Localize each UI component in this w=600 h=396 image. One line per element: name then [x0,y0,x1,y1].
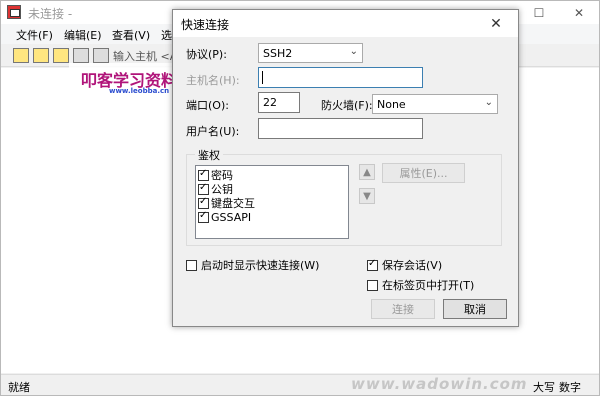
save-session-option[interactable]: 保存会话(V) [367,258,442,272]
checkbox[interactable] [367,279,378,291]
checkbox[interactable] [198,168,209,181]
protocol-value: SSH2 [263,47,293,60]
menu-file[interactable]: 文件(F) [16,27,53,43]
show-on-startup-option[interactable]: 启动时显示快速连接(W) [186,258,319,272]
status-caps: 大写 [533,381,555,394]
watermark-url: www.leobba.cn [109,87,170,95]
auth-method-gssapi[interactable]: GSSAPI [198,210,251,224]
port-label: 端口(O): [186,99,229,112]
connect-button[interactable]: 连接 [371,299,435,319]
auth-method-list[interactable]: 密码 公钥 键盘交互 GSSAPI [195,165,349,239]
move-up-button[interactable]: ▲ [359,164,375,180]
connect-icon[interactable] [13,48,29,63]
protocol-select[interactable]: SSH2 ⌄ [258,43,363,63]
checkbox[interactable] [198,210,209,223]
menu-edit[interactable]: 编辑(E) [64,27,102,43]
auth-method-password[interactable]: 密码 [198,168,233,182]
dialog-titlebar: 快速连接 ✕ [173,10,518,37]
firewall-label: 防火墙(F): [321,99,373,112]
auth-method-publickey[interactable]: 公钥 [198,182,233,196]
disconnect-icon[interactable] [93,48,109,63]
quick-connect-dialog: 快速连接 ✕ 协议(P): SSH2 ⌄ 主机名(H): 端口(O): 22 防… [172,9,519,327]
move-down-button[interactable]: ▼ [359,188,375,204]
auth-method-keyboard-interactive[interactable]: 键盘交互 [198,196,255,210]
auth-method-label: 键盘交互 [211,197,255,210]
hostname-label: 主机名(H): [186,74,240,87]
checkbox[interactable] [186,259,197,271]
checkbox[interactable] [367,258,378,271]
maximize-button[interactable]: ☐ [519,1,559,24]
session-folder-icon[interactable] [53,48,69,63]
firewall-value: None [377,98,406,111]
auth-method-label: GSSAPI [211,210,252,224]
dialog-title: 快速连接 [181,18,230,32]
port-input[interactable]: 22 [258,92,300,113]
open-in-tab-label: 在标签页中打开(T) [382,279,475,292]
status-num: 数字 [559,381,581,394]
dialog-close-button[interactable]: ✕ [474,10,518,37]
chevron-down-icon: ⌄ [349,46,358,57]
chevron-down-icon: ⌄ [484,97,493,108]
reconnect-icon[interactable] [73,48,89,63]
username-label: 用户名(U): [186,125,240,138]
properties-button[interactable]: 属性(E)... [382,163,465,183]
username-input[interactable] [258,118,423,139]
menu-view[interactable]: 查看(V) [112,27,150,43]
main-title: 未连接 - [28,7,73,21]
checkbox[interactable] [198,182,209,195]
toolbar-host-input[interactable]: 输入主机 <Al [113,48,180,64]
cancel-button[interactable]: 取消 [443,299,507,319]
status-text: 就绪 [8,381,30,394]
app-icon [7,5,21,19]
quick-connect-icon[interactable] [33,48,49,63]
hostname-input[interactable] [258,67,423,88]
open-in-tab-option[interactable]: 在标签页中打开(T) [367,278,474,292]
save-session-label: 保存会话(V) [382,259,443,272]
show-on-startup-label: 启动时显示快速连接(W) [201,259,320,272]
close-button[interactable]: ✕ [559,1,599,24]
watermark-logo: 叩客学习资料网 www.leobba.cn [69,63,193,101]
checkbox[interactable] [198,196,209,209]
site-watermark: www.wadowin.com [351,375,528,393]
auth-legend: 鉴权 [195,147,223,163]
protocol-label: 协议(P): [186,48,227,61]
firewall-select[interactable]: None ⌄ [372,94,498,114]
